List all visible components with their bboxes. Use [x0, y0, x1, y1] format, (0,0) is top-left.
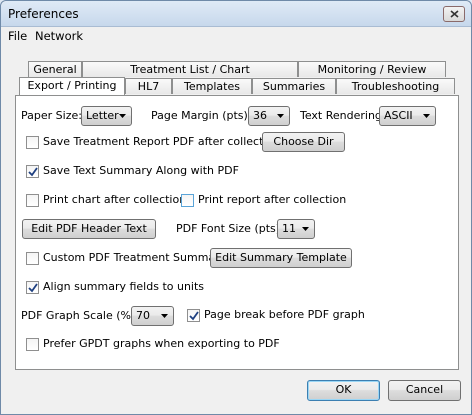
align-summary-checkbox[interactable]: [26, 281, 39, 294]
choose-dir-button[interactable]: Choose Dir: [262, 132, 345, 152]
save-treatment-pdf-label: Save Treatment Report PDF after collecti…: [43, 135, 281, 148]
menu-network[interactable]: Network: [35, 29, 83, 43]
text-rendering-label: Text Rendering: [300, 109, 382, 122]
title-bar[interactable]: Preferences: [1, 1, 471, 27]
window-title: Preferences: [8, 7, 79, 21]
text-rendering-value: ASCII: [384, 109, 413, 122]
print-chart-label: Print chart after collection: [43, 193, 187, 206]
edit-summary-template-button[interactable]: Edit Summary Template: [210, 248, 352, 268]
checkmark-icon: [28, 283, 38, 293]
print-report-label: Print report after collection: [198, 193, 347, 206]
chevron-down-icon: [302, 227, 309, 231]
close-icon: [449, 10, 459, 18]
preferences-window: Preferences File Network General Treatme…: [0, 0, 472, 415]
chevron-down-icon: [119, 114, 126, 118]
menu-file[interactable]: File: [8, 29, 27, 43]
close-button[interactable]: [443, 6, 465, 22]
tab-troubleshooting[interactable]: Troubleshooting: [336, 78, 455, 94]
page-break-label: Page break before PDF graph: [204, 308, 365, 321]
graph-scale-value: 70: [136, 309, 150, 322]
custom-pdf-summary-label: Custom PDF Treatment Summary: [43, 251, 227, 264]
align-summary-label: Align summary fields to units: [43, 280, 205, 293]
page-break-checkbox[interactable]: [187, 309, 200, 322]
graph-scale-select[interactable]: 70: [131, 306, 174, 326]
menu-bar: File Network: [1, 27, 471, 45]
cancel-button[interactable]: Cancel: [388, 380, 461, 401]
page-margin-select[interactable]: 36: [248, 106, 290, 126]
tab-export-printing[interactable]: Export / Printing: [19, 77, 125, 95]
pdf-font-size-value: 11: [282, 222, 296, 235]
graph-scale-label: PDF Graph Scale (%):: [21, 309, 139, 322]
print-report-checkbox[interactable]: [181, 194, 194, 207]
edit-pdf-header-button[interactable]: Edit PDF Header Text: [22, 219, 156, 239]
chevron-down-icon: [161, 314, 168, 318]
pdf-font-size-select[interactable]: 11: [277, 219, 315, 239]
print-chart-checkbox[interactable]: [26, 194, 39, 207]
page-margin-label: Page Margin (pts):: [151, 109, 252, 122]
tab-monitoring-review[interactable]: Monitoring / Review: [298, 61, 446, 77]
paper-size-label: Paper Size:: [21, 109, 82, 122]
custom-pdf-summary-checkbox[interactable]: [26, 252, 39, 265]
tab-templates[interactable]: Templates: [172, 78, 252, 94]
tab-treatment-list-chart[interactable]: Treatment List / Chart: [82, 61, 298, 77]
tab-hl7[interactable]: HL7: [125, 78, 172, 94]
chevron-down-icon: [423, 114, 430, 118]
page-margin-value: 36: [253, 109, 267, 122]
checkmark-icon: [189, 311, 199, 321]
save-treatment-pdf-checkbox[interactable]: [26, 136, 39, 149]
paper-size-select[interactable]: Letter: [81, 106, 132, 126]
tab-general[interactable]: General: [28, 61, 82, 77]
save-text-summary-checkbox[interactable]: [26, 165, 39, 178]
chevron-down-icon: [277, 114, 284, 118]
checkmark-icon: [28, 167, 38, 177]
prefer-gpdt-checkbox[interactable]: [26, 338, 39, 351]
save-text-summary-label: Save Text Summary Along with PDF: [43, 164, 239, 177]
tab-summaries[interactable]: Summaries: [252, 78, 336, 94]
text-rendering-select[interactable]: ASCII: [379, 106, 436, 126]
pdf-font-size-label: PDF Font Size (pts):: [176, 222, 284, 235]
paper-size-value: Letter: [86, 109, 119, 122]
prefer-gpdt-label: Prefer GPDT graphs when exporting to PDF: [43, 337, 280, 350]
ok-button[interactable]: OK: [307, 380, 380, 401]
